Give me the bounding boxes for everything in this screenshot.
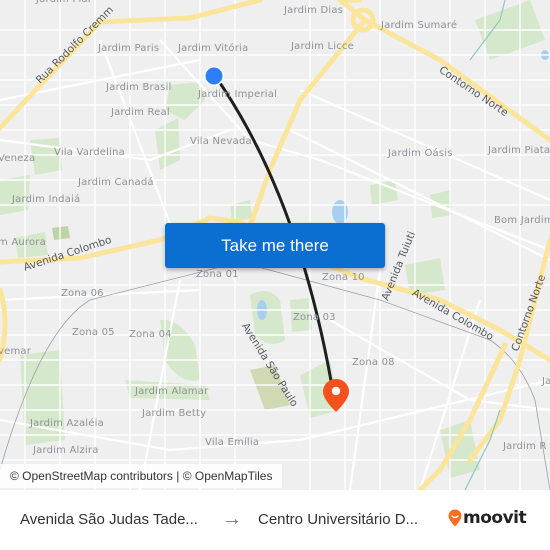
- park-small: [52, 226, 70, 240]
- map-attribution[interactable]: © OpenStreetMap contributors | © OpenMap…: [0, 464, 283, 488]
- map-label-jardim-indaia: Jardim Indaiá: [12, 194, 81, 205]
- map-label-jardim-aurora: m Aurora: [0, 237, 46, 248]
- route-footer: Avenida São Judas Tade... → Centro Unive…: [0, 490, 550, 550]
- map-label-zona-05: Zona 05: [72, 327, 115, 338]
- map-label-jardim-real: Jardim Real: [111, 107, 170, 118]
- map-label-zona-03: Zona 03: [293, 312, 336, 323]
- map-label-jardim-brasil: Jardim Brasil: [106, 82, 172, 93]
- destination-name: Centro Universitário D...: [258, 511, 419, 528]
- map-label-jardim-sumare: Jardim Sumaré: [381, 20, 458, 31]
- map-label-jardim-vitoria: Jardim Vitória: [178, 43, 249, 54]
- map-label-ja: Ja: [542, 376, 550, 387]
- moovit-logo[interactable]: moovit: [448, 508, 527, 528]
- origin-marker-icon[interactable]: [203, 65, 225, 87]
- map-label-veneza: Veneza: [0, 153, 36, 164]
- destination-pin-icon[interactable]: [322, 378, 350, 414]
- map-label-jardim-piar: Jardim Piar: [36, 0, 92, 5]
- map-label-jardim-piata: Jardim Piata: [488, 145, 550, 156]
- map-label-jardim-dias: Jardim Dias: [284, 5, 344, 16]
- map-label-jardim-r: Jardim R: [503, 441, 547, 452]
- map-label-zona-06: Zona 06: [61, 288, 104, 299]
- map-label-jardim-betty: Jardim Betty: [142, 408, 207, 419]
- map-label-bom-jardim: Bom Jardim: [494, 215, 550, 226]
- map-label-jardim-imperial: Jardim Imperial: [198, 89, 278, 100]
- map-label-jardim-azaleia: Jardim Azaléia: [30, 418, 104, 429]
- map-label-vila-nevada: Vila Nevada: [190, 136, 252, 147]
- arrow-right-icon: →: [222, 508, 242, 530]
- map-label-jardim-licce: Jardim Licce: [291, 41, 354, 52]
- map-label-vila-emilia: Vila Emília: [205, 437, 260, 448]
- map-label-jardim-alamar: Jardim Alamar: [135, 386, 209, 397]
- moovit-wordmark: moovit: [463, 508, 527, 528]
- map-label-zona-01: Zona 01: [196, 269, 239, 280]
- map-label-vemar: vemar: [0, 346, 32, 357]
- map-label-zona-10: Zona 10: [322, 272, 365, 283]
- map-label-zona-08: Zona 08: [352, 357, 395, 368]
- map-label-jardim-oasis: Jardim Oásis: [388, 148, 453, 159]
- map-label-vila-vardelina: Vila Vardelina: [54, 147, 125, 158]
- map-label-zona-04: Zona 04: [129, 329, 172, 340]
- take-me-there-button[interactable]: Take me there: [165, 223, 385, 268]
- map-label-jardim-alzira: Jardim Alzira: [33, 445, 99, 456]
- map-canvas[interactable]: Jardim Piar Jardim Dias Jardim Sumaré Ja…: [0, 0, 550, 490]
- origin-stop-name: Avenida São Judas Tade...: [20, 511, 198, 528]
- moovit-pin-icon: [448, 509, 462, 527]
- map-label-jardim-canada: Jardim Canadá: [78, 177, 154, 188]
- map-label-jardim-paris: Jardim Paris: [98, 43, 160, 54]
